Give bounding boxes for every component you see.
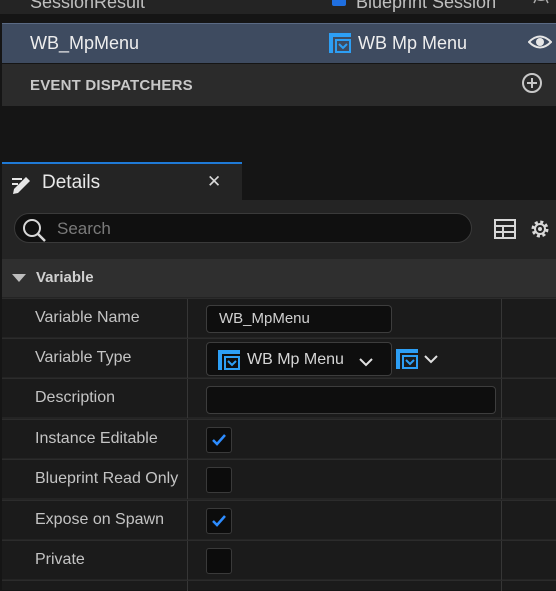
column-divider [187,420,188,459]
expose-on-spawn-checkbox[interactable] [206,508,232,534]
chevron-down-icon [12,274,26,282]
checkmark-icon [212,434,226,446]
property-label: Private [35,551,85,568]
blueprint-read-only-checkbox[interactable] [206,467,232,493]
category-label: Variable [36,269,94,286]
search-placeholder: Search [57,219,111,238]
tab-details-label: Details [42,172,101,193]
property-description: Description [2,378,556,418]
eye-icon[interactable] [527,33,553,56]
column-divider [501,379,502,418]
column-divider [501,541,502,580]
table-view-icon[interactable] [494,219,516,244]
property-variable-name: Variable Name WB_MpMenu [2,298,556,338]
private-checkbox[interactable] [206,548,232,574]
column-divider [501,501,502,540]
column-divider [187,541,188,580]
variable-type-dropdown[interactable]: WB Mp Menu [206,342,392,376]
chevron-down-icon [359,354,373,372]
column-divider [187,339,188,378]
property-variable-type: Variable Type WB Mp Menu [2,338,556,378]
eye-closed-icon[interactable] [530,0,552,10]
widget-blueprint-icon [328,32,352,59]
variable-row-wb-mpmenu[interactable]: WB_MpMenu WB Mp Menu [2,23,556,63]
category-variable[interactable]: Variable [2,259,556,297]
variable-type: Blueprint Session [356,0,497,12]
add-event-dispatcher-icon[interactable] [522,73,542,93]
variable-name-value: WB_MpMenu [219,310,310,327]
gear-icon[interactable] [528,217,552,246]
tab-details[interactable]: Details ✕ [2,162,242,202]
column-divider [187,460,188,499]
property-instance-editable: Instance Editable [2,419,556,459]
close-icon[interactable]: ✕ [207,172,221,192]
column-divider [501,299,502,338]
container-type-dropdown[interactable] [395,347,443,376]
column-divider [187,379,188,418]
event-dispatchers-header[interactable]: EVENT DISPATCHERS [2,64,556,106]
column-divider [187,501,188,540]
search-input[interactable]: Search [14,213,472,243]
variable-type: WB Mp Menu [358,33,468,53]
instance-editable-checkbox[interactable] [206,427,232,453]
property-private: Private [2,540,556,580]
search-icon [21,217,47,248]
widget-blueprint-icon [217,349,241,376]
variable-name: SessionResult [30,0,146,12]
struct-icon [332,0,346,6]
variable-name: WB_MpMenu [30,33,140,53]
column-divider [501,460,502,499]
property-label: Expose on Spawn [35,511,164,528]
column-divider [501,339,502,378]
variable-row-sessionresult[interactable]: SessionResult Blueprint Session [0,0,556,14]
variable-type-value: WB Mp Menu [247,351,344,368]
variable-name-field[interactable]: WB_MpMenu [206,305,392,333]
property-blueprint-read-only: Blueprint Read Only [2,459,556,499]
property-row-partial [2,580,556,591]
checkmark-icon [212,515,226,527]
description-field[interactable] [206,386,496,414]
pencil-icon [10,171,36,200]
property-expose-on-spawn: Expose on Spawn [2,500,556,540]
property-label: Description [35,389,116,406]
property-label: Instance Editable [35,430,158,447]
column-divider [501,420,502,459]
event-dispatchers-label: EVENT DISPATCHERS [30,77,193,94]
property-label: Variable Type [35,349,132,366]
property-label: Variable Name [35,309,140,326]
property-label: Blueprint Read Only [35,470,179,487]
column-divider [187,299,188,338]
